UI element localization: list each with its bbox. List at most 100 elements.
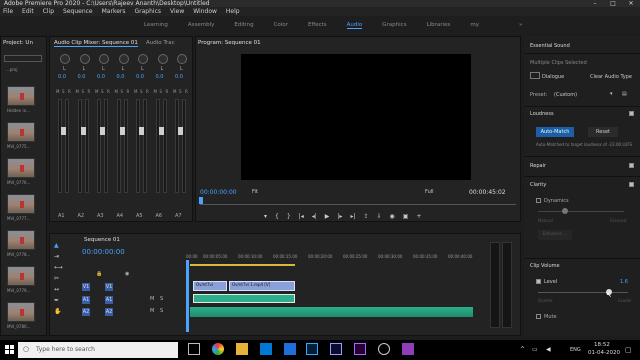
clear-audio-type-button[interactable]: Clear Audio Type xyxy=(590,74,632,80)
store-icon[interactable] xyxy=(260,343,272,355)
step-back-icon[interactable]: ◂| xyxy=(312,213,317,220)
volume-fader[interactable] xyxy=(100,127,105,135)
go-to-out-icon[interactable]: ▸| xyxy=(350,213,355,220)
network-icon[interactable]: ▭ xyxy=(532,346,538,353)
solo-icon[interactable]: S xyxy=(140,89,143,94)
program-playhead[interactable] xyxy=(199,197,203,204)
chrome-icon[interactable] xyxy=(212,343,224,355)
extract-icon[interactable]: ⇩ xyxy=(377,213,382,220)
clock-time[interactable]: 18:52 xyxy=(594,342,610,348)
program-scrubber[interactable] xyxy=(200,200,516,205)
task-view-icon[interactable] xyxy=(188,343,200,355)
volume-fader[interactable] xyxy=(139,127,144,135)
workspace-graphics[interactable]: Graphics xyxy=(382,22,406,28)
clock-date[interactable]: 01-04-2020 xyxy=(588,350,620,356)
solo-icon[interactable]: S xyxy=(82,89,85,94)
mail-icon[interactable] xyxy=(284,343,296,355)
obs-icon[interactable] xyxy=(378,343,390,355)
timeline-playhead[interactable] xyxy=(186,260,189,332)
menu-graphics[interactable]: Graphics xyxy=(135,8,162,15)
pan-knob[interactable] xyxy=(99,54,109,64)
save-preset-icon[interactable]: ▤ xyxy=(622,91,627,97)
record-icon[interactable]: R xyxy=(127,89,130,94)
solo-icon[interactable]: S xyxy=(160,89,163,94)
solo-icon[interactable]: S xyxy=(179,89,182,94)
clip-thumbnail[interactable] xyxy=(7,302,35,322)
pan-value[interactable]: 0.0 xyxy=(175,74,183,80)
level-checkbox[interactable] xyxy=(536,279,541,284)
minimize-icon[interactable]: – xyxy=(586,0,604,7)
solo-icon[interactable]: S xyxy=(62,89,65,94)
audio-clip-a2[interactable] xyxy=(190,307,473,317)
volume-fader[interactable] xyxy=(158,127,164,135)
tab-project[interactable]: Project: Un xyxy=(3,40,33,46)
clip-thumbnail[interactable] xyxy=(7,158,35,178)
illustrator-icon[interactable] xyxy=(330,343,342,355)
premiere-pro-icon[interactable] xyxy=(354,343,366,355)
enhance-speech-button[interactable]: Enhance ... xyxy=(538,230,572,240)
pan-value[interactable]: 0.0 xyxy=(78,74,86,80)
clip-thumbnail[interactable] xyxy=(7,86,35,106)
dynamics-slider-thumb[interactable] xyxy=(562,208,568,214)
mute-icon[interactable]: M xyxy=(115,89,118,94)
record-icon[interactable]: R xyxy=(185,89,188,94)
pan-knob[interactable] xyxy=(60,54,70,64)
workspace-libraries[interactable]: Libraries xyxy=(427,22,451,28)
workspace-assembly[interactable]: Assembly xyxy=(188,22,215,28)
loudness-checkbox[interactable] xyxy=(629,111,634,116)
razor-tool-icon[interactable]: ✂ xyxy=(54,275,64,282)
pan-value[interactable]: 0.0 xyxy=(117,74,125,80)
clip-thumbnail[interactable] xyxy=(7,266,35,286)
solo-track-icon[interactable]: S xyxy=(160,308,163,314)
app-icon[interactable] xyxy=(402,343,414,355)
zoom-select[interactable]: Fit xyxy=(252,189,258,195)
track-target-a2[interactable]: A2 xyxy=(82,308,90,316)
solo-icon[interactable]: S xyxy=(121,89,124,94)
file-explorer-icon[interactable] xyxy=(236,343,248,355)
pan-value[interactable]: 0.0 xyxy=(136,74,144,80)
work-area-bar[interactable] xyxy=(190,264,295,266)
menu-markers[interactable]: Markers xyxy=(102,8,126,15)
play-icon[interactable]: ▶ xyxy=(325,213,330,220)
record-icon[interactable]: R xyxy=(146,89,149,94)
mark-in-icon[interactable]: { xyxy=(275,213,279,220)
audio-clip-a1[interactable] xyxy=(193,294,295,303)
video-clip[interactable]: Ov/nt7vi 1.mp4 [V] xyxy=(229,281,295,291)
tray-chevron-icon[interactable]: ^ xyxy=(520,346,525,353)
volume-icon[interactable]: ◀ xyxy=(546,346,551,353)
selection-tool-icon[interactable]: ▲ xyxy=(54,242,64,249)
track-select-tool-icon[interactable]: ⇥ xyxy=(54,253,64,260)
lift-icon[interactable]: ⇪ xyxy=(363,213,368,220)
notifications-icon[interactable]: ▢ xyxy=(625,346,632,354)
mute-icon[interactable]: M xyxy=(56,89,59,94)
menu-help[interactable]: Help xyxy=(226,8,240,15)
mute-track-icon[interactable]: M xyxy=(150,308,154,314)
clip-thumbnail[interactable] xyxy=(7,230,35,250)
language-indicator[interactable]: ENG xyxy=(570,347,581,353)
menu-sequence[interactable]: Sequence xyxy=(63,8,93,15)
workspace-audio[interactable]: Audio xyxy=(346,22,363,29)
pan-knob[interactable] xyxy=(177,54,187,64)
mute-icon[interactable]: M xyxy=(76,89,79,94)
record-icon[interactable]: R xyxy=(166,89,169,94)
add-marker-icon[interactable]: ▾ xyxy=(264,213,267,220)
volume-fader[interactable] xyxy=(80,127,86,135)
pan-value[interactable]: 0.0 xyxy=(58,74,66,80)
eye-icon[interactable]: ◉ xyxy=(125,271,129,277)
step-forward-icon[interactable]: |▸ xyxy=(337,213,342,220)
video-clip[interactable]: Ov/nt7vi xyxy=(193,281,227,291)
audio-type-dialogue[interactable]: Dialogue xyxy=(542,74,564,80)
record-icon[interactable]: R xyxy=(88,89,91,94)
volume-fader[interactable] xyxy=(61,127,66,135)
tab-sequence[interactable]: Sequence 01 xyxy=(84,237,120,243)
windows-start-icon[interactable] xyxy=(5,345,14,354)
dialogue-icon[interactable] xyxy=(530,72,540,79)
chevron-down-icon[interactable]: ▾ xyxy=(610,91,613,97)
mute-checkbox[interactable] xyxy=(536,314,541,319)
track-target-a1[interactable]: A1 xyxy=(82,296,90,304)
pan-value[interactable]: 0.0 xyxy=(97,74,105,80)
close-icon[interactable]: ✕ xyxy=(622,0,640,7)
pan-knob[interactable] xyxy=(138,54,148,64)
workspace-color[interactable]: Color xyxy=(274,22,288,28)
taskbar-search-input[interactable]: Type here to search xyxy=(18,342,178,358)
